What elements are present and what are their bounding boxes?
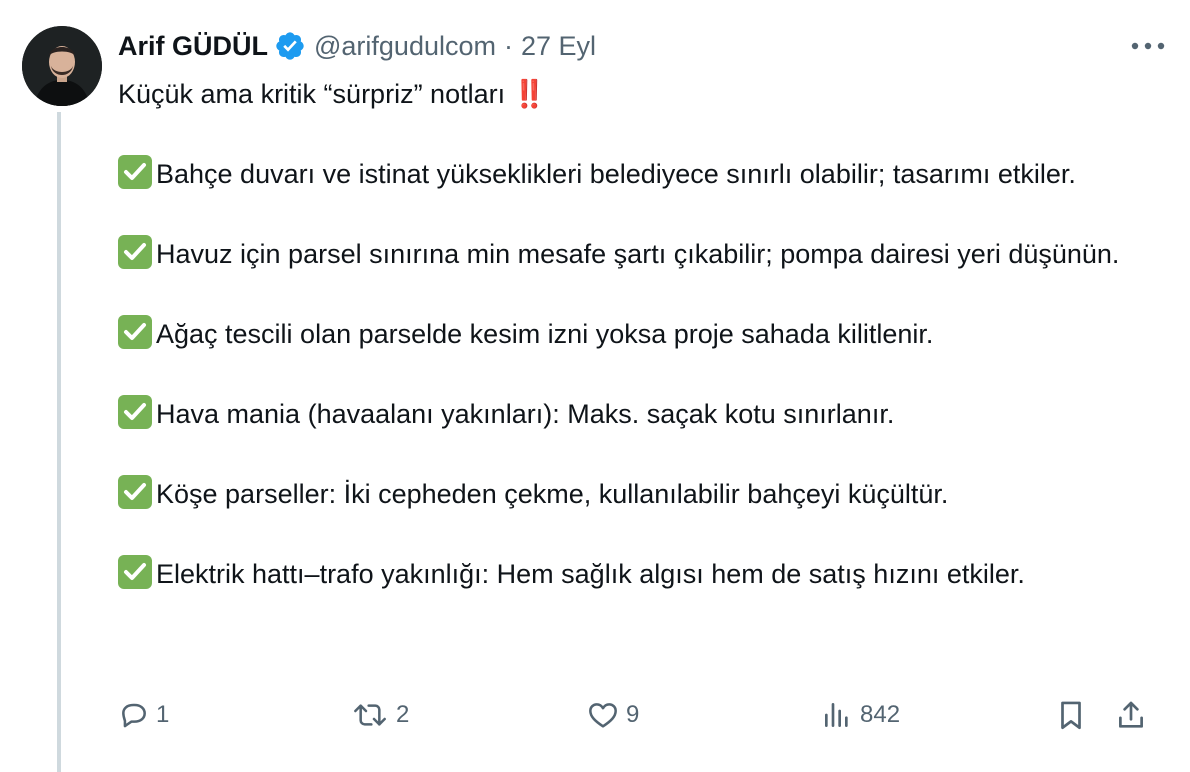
- views-chart-icon: [825, 703, 848, 727]
- views-count: 842: [860, 701, 901, 728]
- like-count: 9: [626, 701, 640, 728]
- share-icon: [1119, 701, 1143, 728]
- check-mark-button-icon: [118, 475, 152, 509]
- check-mark-button-icon: [118, 395, 152, 429]
- like-button[interactable]: 9: [586, 695, 639, 735]
- check-mark-button-icon: [118, 555, 152, 589]
- share-button[interactable]: [1114, 695, 1154, 735]
- more-options-button[interactable]: [1128, 34, 1168, 58]
- more-dots-icon: [1131, 42, 1165, 50]
- intro-line: Küçük ama kritik “sürpriz” notları ‼️: [118, 74, 1168, 114]
- tweet-text: Küçük ama kritik “sürpriz” notları ‼️ Ba…: [118, 74, 1168, 594]
- reply-icon: [122, 703, 146, 728]
- double-exclamation-icon: ‼️: [512, 79, 547, 109]
- separator: ·: [504, 30, 513, 61]
- reply-button[interactable]: 1: [118, 695, 169, 735]
- retweet-icon: [354, 704, 386, 726]
- check-mark-button-icon: [118, 235, 152, 269]
- item-text: Bahçe duvarı ve istinat yükseklikleri be…: [156, 159, 1076, 189]
- check-mark-button-icon: [118, 315, 152, 349]
- item-text: Havuz için parsel sınırına min mesafe şa…: [156, 239, 1120, 269]
- avatar[interactable]: [22, 26, 102, 106]
- item-text: Köşe parseller: İki cepheden çekme, kull…: [156, 479, 949, 509]
- tweet-actions: 1 2 9 842: [118, 695, 1158, 735]
- verified-badge-icon[interactable]: [274, 30, 306, 62]
- tweet[interactable]: Arif GÜDÜL @arifgudulcom · 27 Eyl Küçük …: [118, 26, 1168, 594]
- item-text: Hava mania (havaalanı yakınları): Maks. …: [156, 399, 895, 429]
- list-item: Ağaç tescili olan parselde kesim izni yo…: [118, 314, 1168, 354]
- views-button[interactable]: 842: [820, 695, 900, 735]
- item-text: Elektrik hattı–trafo yakınlığı: Hem sağl…: [156, 559, 1025, 589]
- tweet-header: Arif GÜDÜL @arifgudulcom · 27 Eyl: [118, 26, 1168, 66]
- list-item: Köşe parseller: İki cepheden çekme, kull…: [118, 474, 1168, 514]
- display-name[interactable]: Arif GÜDÜL: [118, 31, 268, 62]
- thread-line: [57, 112, 61, 772]
- list-item: Havuz için parsel sınırına min mesafe şa…: [118, 234, 1168, 274]
- intro-text: Küçük ama kritik “sürpriz” notları: [118, 79, 506, 109]
- list-item: Hava mania (havaalanı yakınları): Maks. …: [118, 394, 1168, 434]
- reply-count: 1: [156, 701, 170, 728]
- item-text: Ağaç tescili olan parselde kesim izni yo…: [156, 319, 934, 349]
- handle[interactable]: @arifgudulcom: [314, 31, 496, 62]
- heart-icon: [589, 703, 617, 728]
- tweet-date[interactable]: 27 Eyl: [521, 31, 596, 62]
- retweet-count: 2: [396, 701, 410, 728]
- bookmark-button[interactable]: [1054, 695, 1094, 735]
- retweet-button[interactable]: 2: [350, 695, 409, 735]
- avatar-photo: [22, 26, 102, 106]
- check-mark-button-icon: [118, 155, 152, 189]
- list-item: Bahçe duvarı ve istinat yükseklikleri be…: [118, 154, 1168, 194]
- bookmark-icon: [1061, 701, 1081, 730]
- list-item: Elektrik hattı–trafo yakınlığı: Hem sağl…: [118, 554, 1168, 594]
